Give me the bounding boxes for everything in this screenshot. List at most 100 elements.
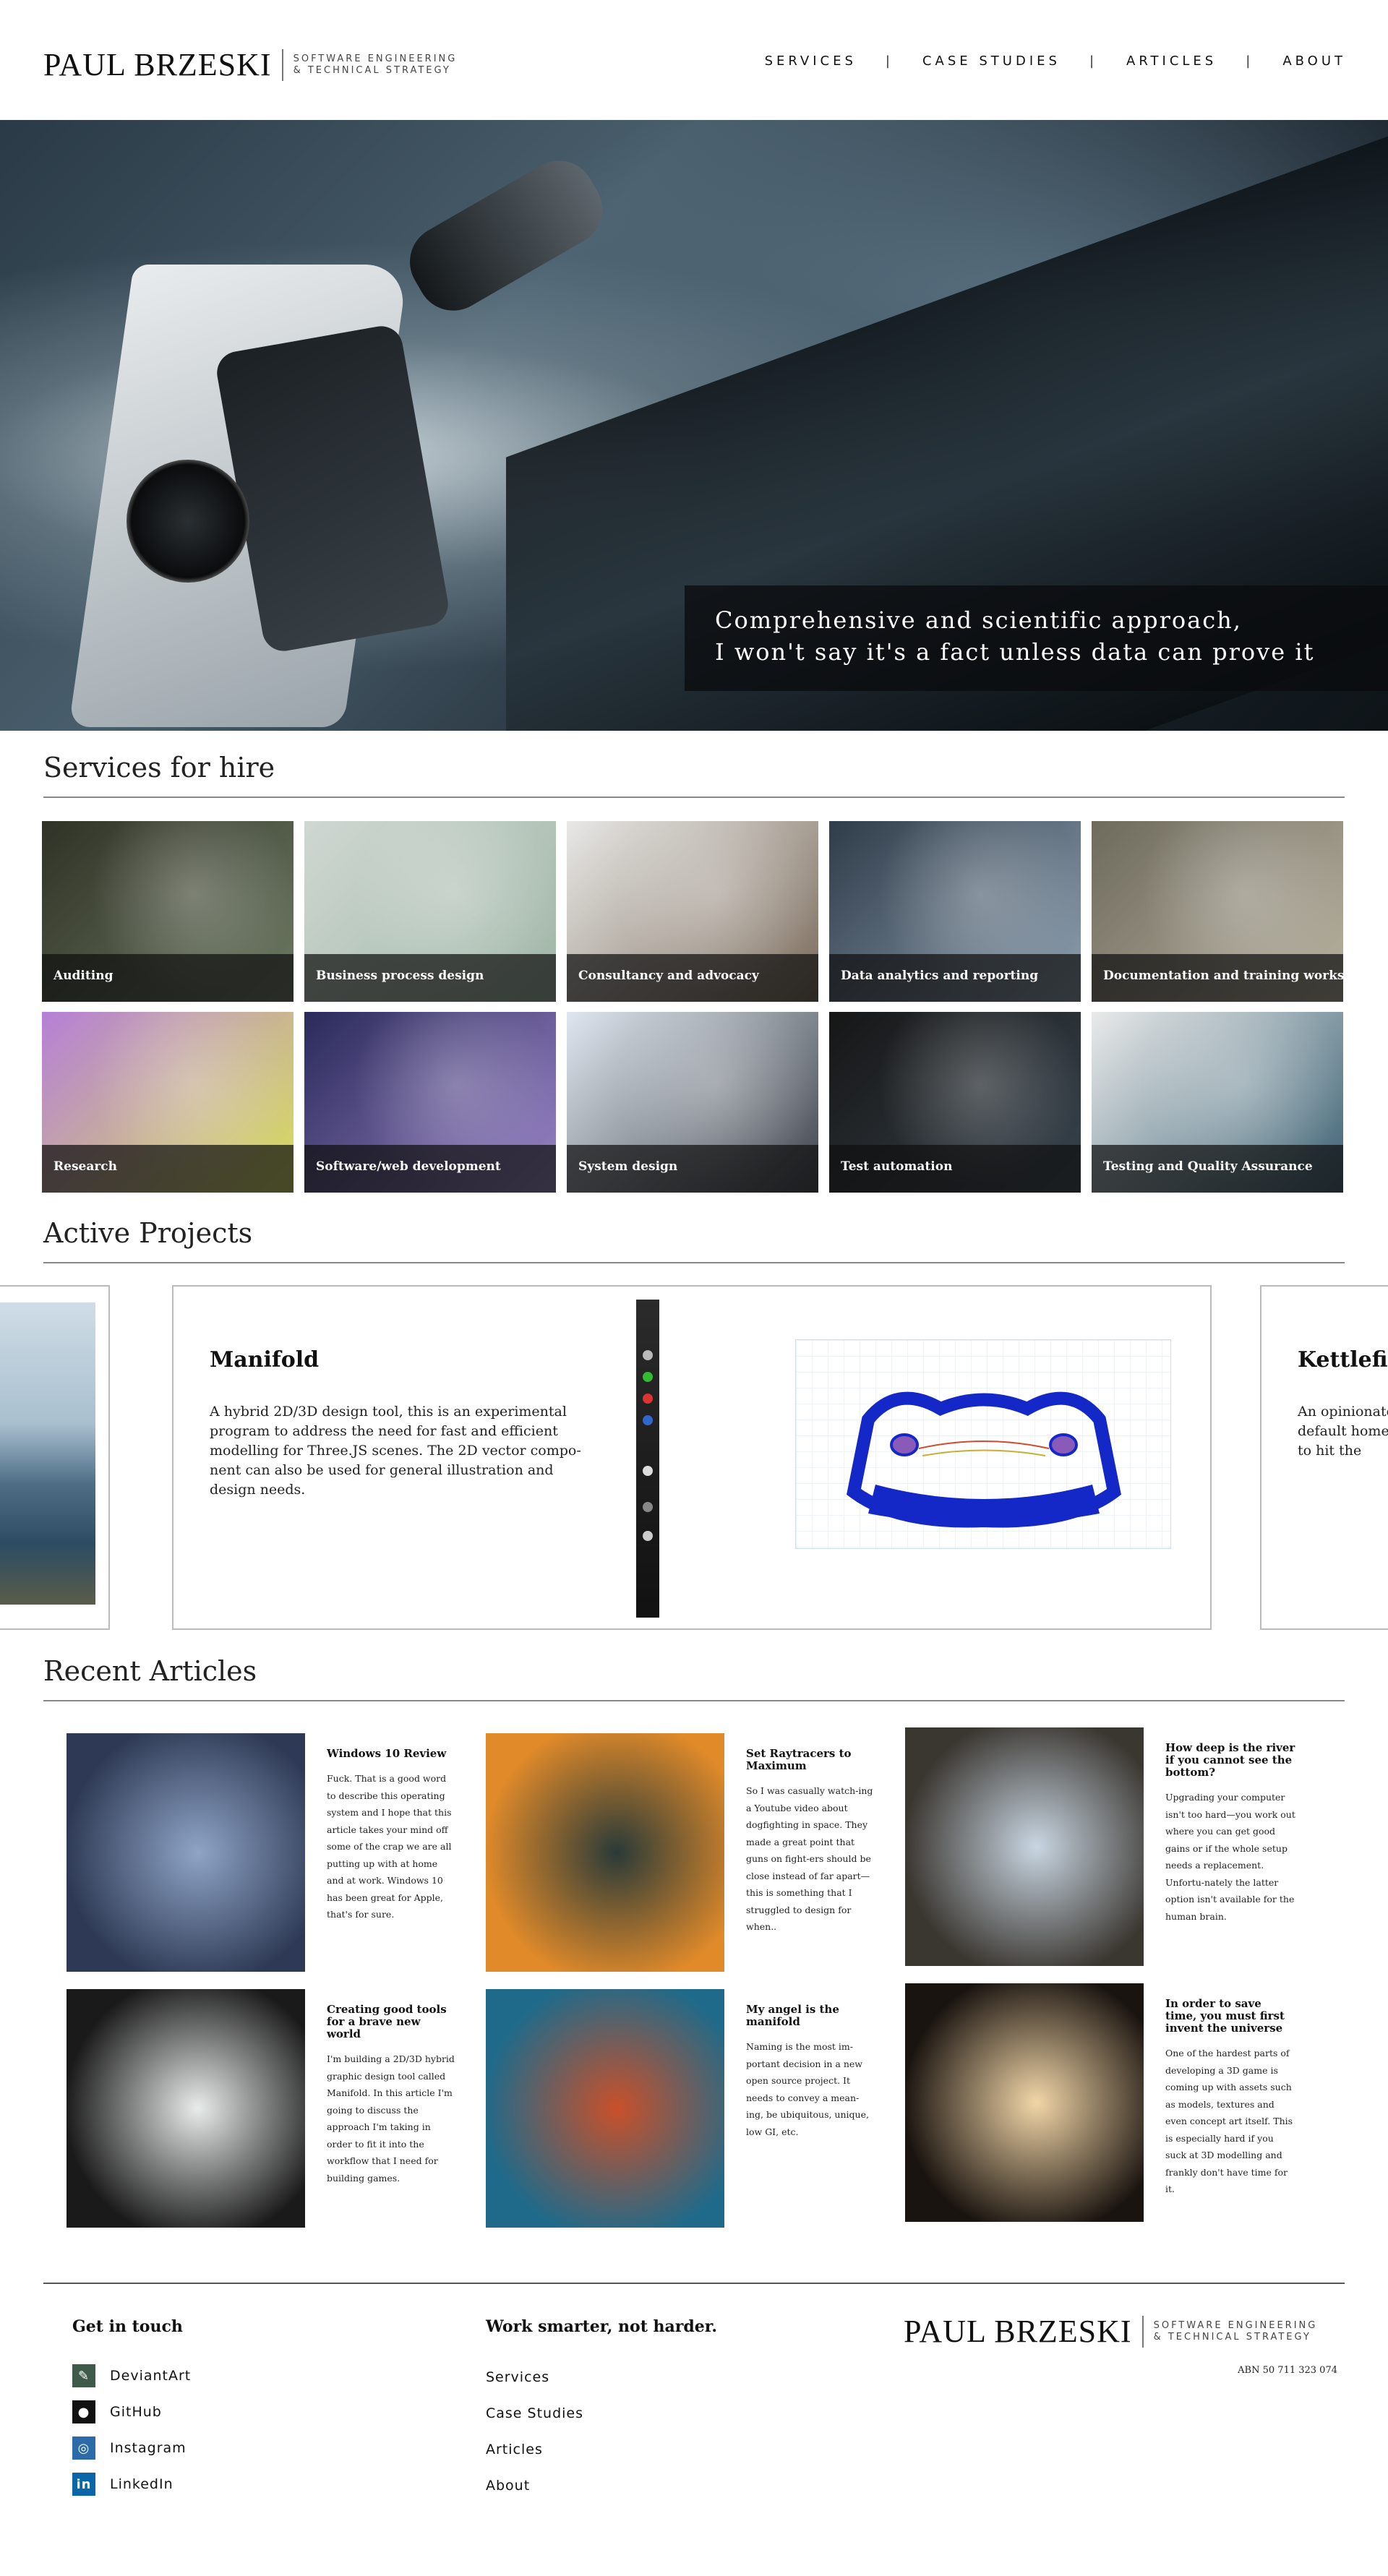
instagram-icon: ◎ xyxy=(72,2437,95,2460)
service-label: Testing and Quality Assurance xyxy=(1092,1145,1343,1193)
article-title[interactable]: In order to save time, you must first in… xyxy=(1165,1998,1295,2035)
article-text: Windows 10 Review Fuck. That is a good wo… xyxy=(327,1748,457,1923)
article-card-my-angel-is-the-manifold[interactable]: My angel is the manifold Naming is the mo… xyxy=(486,1989,891,2228)
app-canvas xyxy=(795,1339,1171,1549)
project-next-title: Kettlefish xyxy=(1298,1347,1388,1373)
service-card-testing-and-quality-assurance[interactable]: Testing and Quality Assurance xyxy=(1092,1012,1343,1193)
service-label: Auditing xyxy=(42,954,294,1002)
article-title[interactable]: Windows 10 Review xyxy=(327,1748,457,1760)
service-card-business-process-design[interactable]: Business process design xyxy=(304,821,556,1002)
footer-abn: ABN 50 711 323 074 xyxy=(1238,2365,1337,2376)
linkedin-icon: in xyxy=(72,2473,95,2496)
car-drawing xyxy=(847,1391,1121,1528)
article-thumbnail[interactable] xyxy=(486,1989,724,2228)
article-thumbnail[interactable] xyxy=(905,1727,1144,1966)
footer-brand-name: PAUL BRZESKI xyxy=(904,2314,1132,2349)
project-title: Manifold xyxy=(210,1347,320,1373)
article-excerpt: Fuck. That is a good word to describe th… xyxy=(327,1773,452,1920)
contact-link-deviantart[interactable]: ✎ DeviantArt xyxy=(72,2358,191,2394)
nav-articles[interactable]: ARTICLES xyxy=(1126,53,1217,69)
article-title[interactable]: How deep is the river if you cannot see … xyxy=(1165,1742,1295,1779)
project-previous-image xyxy=(0,1302,95,1605)
brand-tagline-line-1: SOFTWARE ENGINEERING xyxy=(293,53,458,64)
article-excerpt: So I was casually watch-ing a Youtube vi… xyxy=(746,1785,873,1932)
brand-tagline-line-2: & TECHNICAL STRATEGY xyxy=(293,64,451,76)
service-card-test-automation[interactable]: Test automation xyxy=(829,1012,1081,1193)
article-excerpt: I'm building a 2D/3D hybrid graphic desi… xyxy=(327,2053,455,2184)
article-card-creating-good-tools-for-a-brave-new-worl[interactable]: Creating good tools for a brave new worl… xyxy=(67,1989,471,2228)
article-card-set-raytracers-to-maximum[interactable]: Set Raytracers to Maximum So I was casual… xyxy=(486,1733,891,1972)
article-thumbnail[interactable] xyxy=(905,1983,1144,2222)
service-card-research[interactable]: Research xyxy=(42,1012,294,1193)
service-card-auditing[interactable]: Auditing xyxy=(42,821,294,1002)
contact-link-github[interactable]: ● GitHub xyxy=(72,2394,191,2430)
contact-link-instagram[interactable]: ◎ Instagram xyxy=(72,2430,191,2466)
contact-link-label: GitHub xyxy=(110,2404,162,2420)
nav-separator: | xyxy=(1089,53,1098,69)
footer-brand-logo[interactable]: PAUL BRZESKI SOFTWARE ENGINEERING & TECH… xyxy=(904,2313,1317,2350)
services-heading: Services for hire xyxy=(43,752,1345,798)
project-card-manifold[interactable]: Manifold A hybrid 2D/3D design tool, thi… xyxy=(172,1285,1212,1630)
hero-image-microscope-knob xyxy=(127,460,249,583)
footer-contact-links: ✎ DeviantArt ● GitHub ◎ Instagram in LinkedIn xyxy=(72,2358,191,2502)
brand-divider xyxy=(281,48,283,81)
service-card-data-analytics-and-reporting[interactable]: Data analytics and reporting xyxy=(829,821,1081,1002)
footer-nav: Services Case Studies Articles About xyxy=(486,2359,583,2504)
article-title[interactable]: Creating good tools for a brave new worl… xyxy=(327,2004,457,2040)
article-text: Set Raytracers to Maximum So I was casual… xyxy=(746,1748,876,1936)
article-thumbnail[interactable] xyxy=(486,1733,724,1972)
footer-brand-divider xyxy=(1141,2315,1144,2348)
service-label: Business process design xyxy=(304,954,556,1002)
footer-contact-title: Get in touch xyxy=(72,2317,183,2336)
footer-link-articles[interactable]: Articles xyxy=(486,2431,583,2468)
article-text: My angel is the manifold Naming is the mo… xyxy=(746,2004,876,2140)
footer-link-about[interactable]: About xyxy=(486,2468,583,2504)
service-card-consultancy-and-advocacy[interactable]: Consultancy and advocacy xyxy=(567,821,818,1002)
toolbar-tool-icon xyxy=(643,1372,653,1382)
nav-separator: | xyxy=(1246,53,1254,69)
brand-logo[interactable]: PAUL BRZESKI SOFTWARE ENGINEERING & TECH… xyxy=(43,46,457,83)
services-grid: Auditing Business process design Consultan… xyxy=(42,821,1346,1193)
project-description: A hybrid 2D/3D design tool, this is an e… xyxy=(210,1404,581,1498)
article-text: Creating good tools for a brave new worl… xyxy=(327,2004,457,2186)
article-card-windows-10-review[interactable]: Windows 10 Review Fuck. That is a good wo… xyxy=(67,1733,471,1972)
toolbar-tool-icon xyxy=(643,1466,653,1476)
nav-services[interactable]: SERVICES xyxy=(765,53,857,69)
article-text: How deep is the river if you cannot see … xyxy=(1165,1742,1295,1925)
article-thumbnail[interactable] xyxy=(67,1733,305,1972)
article-card-how-deep-is-the-river-if-you-cannot-see-[interactable]: How deep is the river if you cannot see … xyxy=(905,1727,1310,1966)
service-card-system-design[interactable]: System design xyxy=(567,1012,818,1193)
service-label: Software/web development xyxy=(304,1145,556,1193)
projects-heading: Active Projects xyxy=(43,1217,1345,1263)
app-toolbar-strip xyxy=(636,1300,659,1618)
project-card-next[interactable]: Kettlefish An opinionated (like this one… xyxy=(1260,1285,1388,1630)
service-card-documentation-and-training-workshops[interactable]: Documentation and training workshops xyxy=(1092,821,1343,1002)
hero-caption-line-2: I won't say it's a fact unless data can … xyxy=(715,638,1315,666)
service-card-software-web-development[interactable]: Software/web development xyxy=(304,1012,556,1193)
article-excerpt: One of the hardest parts of developing a… xyxy=(1165,2048,1293,2194)
service-label: Documentation and training workshops xyxy=(1092,954,1343,1002)
hero-caption: Comprehensive and scientific approach, I… xyxy=(685,585,1388,691)
footer-link-case-studies[interactable]: Case Studies xyxy=(486,2395,583,2431)
footer-link-services[interactable]: Services xyxy=(486,2359,583,2395)
article-title[interactable]: My angel is the manifold xyxy=(746,2004,876,2028)
footer-slogan: Work smarter, not harder. xyxy=(486,2317,717,2336)
toolbar-tool-icon xyxy=(643,1502,653,1512)
github-icon: ● xyxy=(72,2400,95,2423)
nav-about[interactable]: ABOUT xyxy=(1282,53,1346,69)
nav-separator: | xyxy=(885,53,894,69)
service-label: System design xyxy=(567,1145,818,1193)
article-title[interactable]: Set Raytracers to Maximum xyxy=(746,1748,876,1772)
brand-name: PAUL BRZESKI xyxy=(43,47,272,82)
project-card-previous[interactable] xyxy=(0,1285,110,1630)
contact-link-label: DeviantArt xyxy=(110,2368,192,2384)
footer-brand-tagline: SOFTWARE ENGINEERING & TECHNICAL STRATEG… xyxy=(1154,2320,1318,2343)
toolbar-tool-icon xyxy=(643,1394,653,1404)
article-card-in-order-to-save-time-you-must-first-inv[interactable]: In order to save time, you must first in… xyxy=(905,1983,1310,2222)
article-excerpt: Upgrading your computer isn't too hard—y… xyxy=(1165,1792,1295,1922)
nav-case-studies[interactable]: CASE STUDIES xyxy=(922,53,1061,69)
service-label: Data analytics and reporting xyxy=(829,954,1081,1002)
contact-link-linkedin[interactable]: in LinkedIn xyxy=(72,2466,191,2502)
article-thumbnail[interactable] xyxy=(67,1989,305,2228)
articles-heading: Recent Articles xyxy=(43,1655,1345,1701)
